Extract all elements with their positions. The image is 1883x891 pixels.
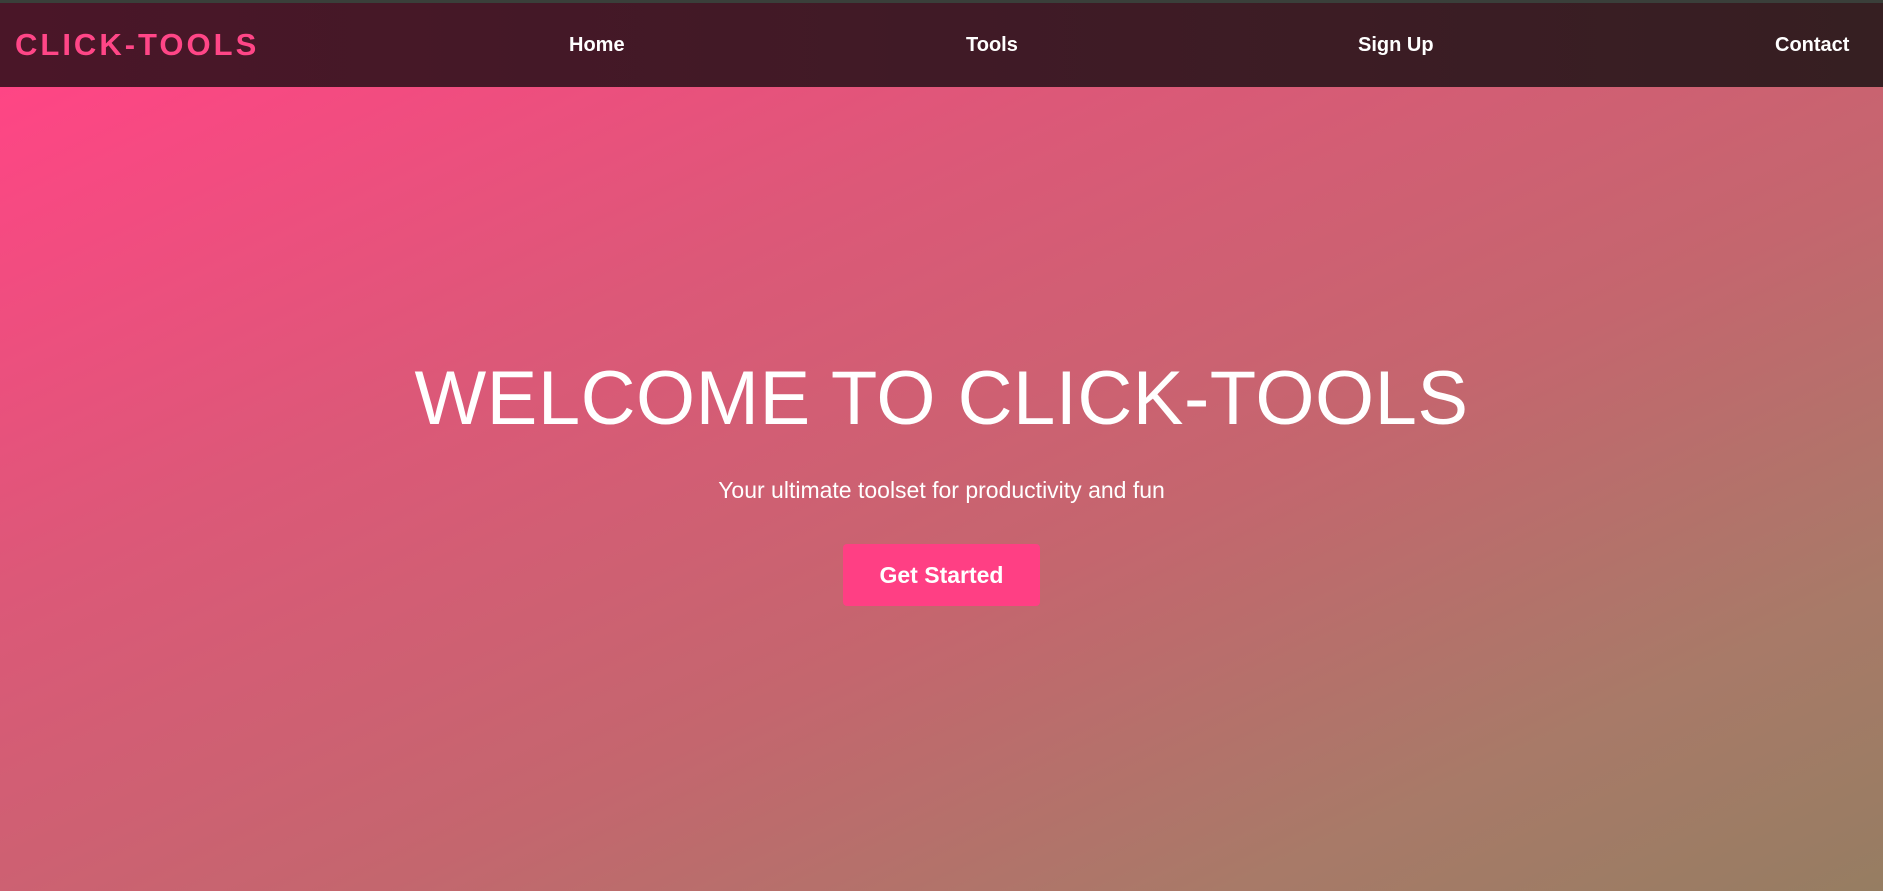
nav-link-sign-up[interactable]: Sign Up bbox=[1358, 3, 1434, 87]
nav-link-contact[interactable]: Contact bbox=[1775, 3, 1849, 87]
get-started-button[interactable]: Get Started bbox=[843, 544, 1040, 606]
hero-title: WELCOME TO CLICK-TOOLS bbox=[414, 356, 1469, 441]
nav-link-tools[interactable]: Tools bbox=[966, 3, 1018, 87]
navbar: CLICK-TOOLS Home Tools Sign Up Contact bbox=[0, 3, 1883, 87]
site-logo[interactable]: CLICK-TOOLS bbox=[15, 3, 259, 87]
hero-subtitle: Your ultimate toolset for productivity a… bbox=[718, 477, 1165, 503]
nav-link-home[interactable]: Home bbox=[569, 3, 625, 87]
hero-section: WELCOME TO CLICK-TOOLS Your ultimate too… bbox=[0, 87, 1883, 891]
